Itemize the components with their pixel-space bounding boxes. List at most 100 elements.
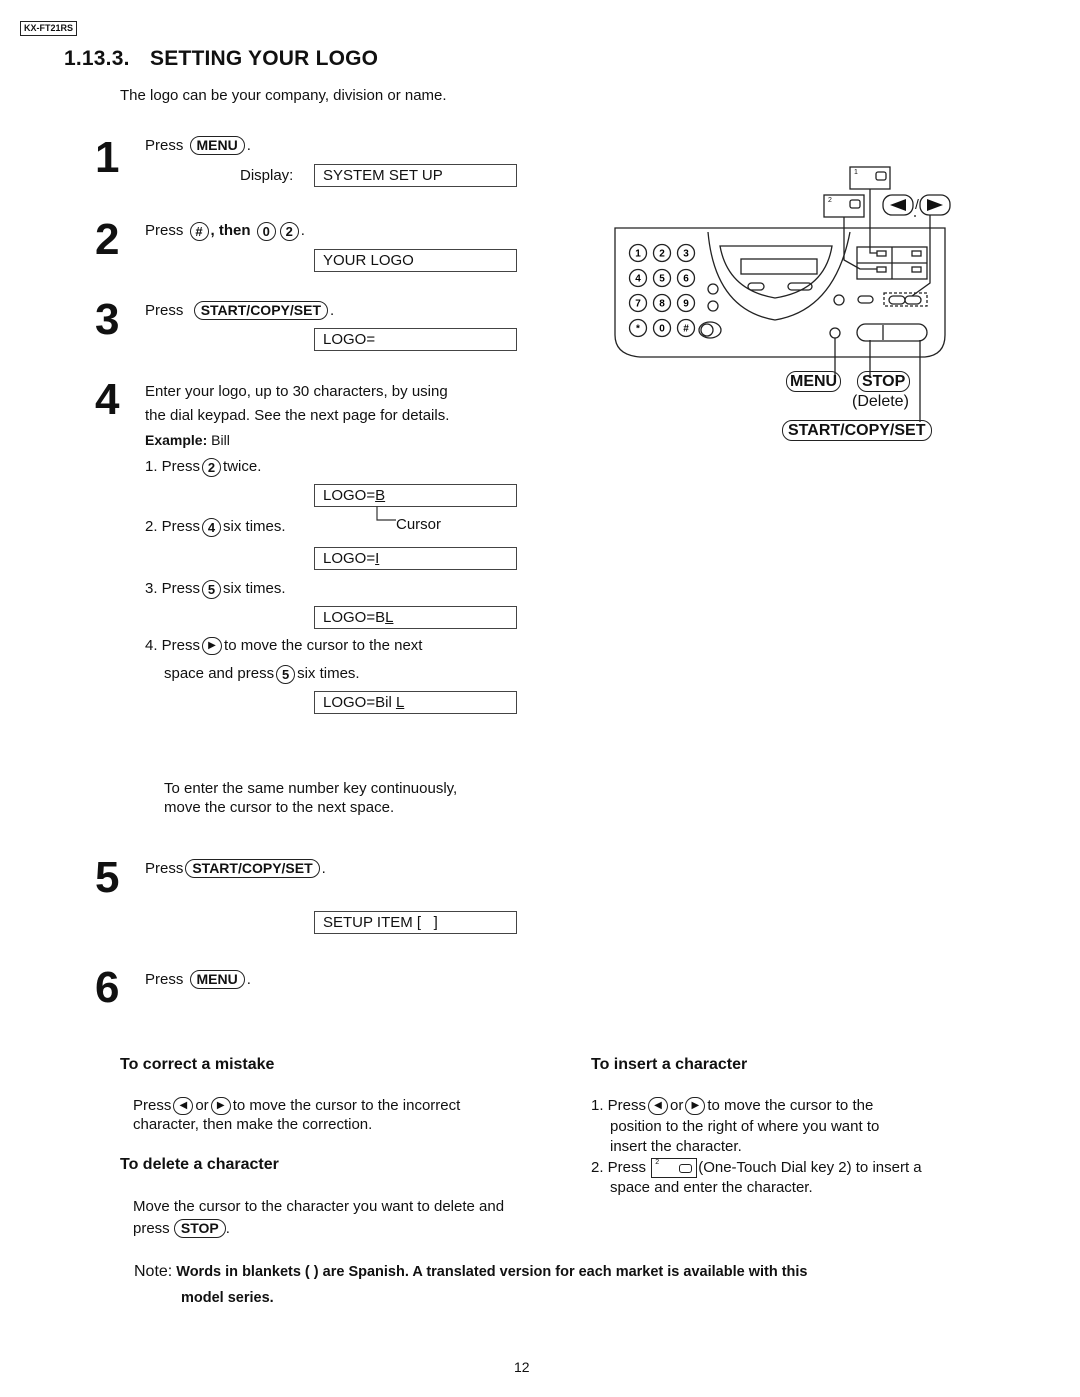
cursor-char: L bbox=[395, 694, 405, 711]
substep-2: 2. Press 4 six times. bbox=[145, 517, 286, 537]
insert-text: to move the cursor to the bbox=[707, 1097, 874, 1114]
substep-text: 4. Press bbox=[145, 637, 201, 654]
otkey-number: 2 bbox=[655, 1158, 660, 1166]
substep-text: six times. bbox=[223, 518, 286, 535]
keypad-key-label: * bbox=[636, 324, 640, 335]
substep-1: 1. Press 2 twice. bbox=[145, 457, 261, 477]
right-arrow-key-icon: ▶ bbox=[210, 1097, 231, 1116]
substep-4-line2: space and press 5 six times. bbox=[164, 664, 360, 684]
note-text2: model series. bbox=[181, 1290, 274, 1306]
menu-key: MENU bbox=[189, 136, 245, 155]
substep-text: 1. Press bbox=[145, 458, 201, 475]
menu-key: MENU bbox=[189, 970, 245, 989]
keypad-key-label: 4 bbox=[635, 274, 641, 285]
correct-line2: character, then make the correction. bbox=[133, 1116, 373, 1134]
section-title-text: SETTING YOUR LOGO bbox=[150, 47, 379, 70]
stop-key: STOP bbox=[173, 1219, 226, 1238]
lcd-display-step5: SETUP ITEM [ ] bbox=[314, 911, 517, 934]
keypad-key-label: 9 bbox=[683, 299, 689, 310]
panel-lcd bbox=[740, 258, 818, 275]
two-key: 2 bbox=[202, 457, 222, 477]
diagram-start-copy-set-label: START/COPY/SET bbox=[782, 420, 932, 441]
cursor-pointer-line bbox=[376, 506, 396, 521]
step-2-instruction: Press #, then 02. bbox=[145, 221, 305, 241]
fax-panel-diagram: 1 2 3 4 5 6 7 8 9 * 0 # bbox=[614, 166, 951, 422]
correct-heading: To correct a mistake bbox=[120, 1056, 275, 1073]
press-text: Press bbox=[145, 971, 184, 988]
five-key: 5 bbox=[276, 664, 296, 684]
note: Note: Words in blankets ( ) are Spanish.… bbox=[134, 1259, 914, 1311]
delete-heading: To delete a character bbox=[120, 1156, 279, 1173]
page-number: 12 bbox=[514, 1359, 530, 1375]
insert-line2: position to the right of where you want … bbox=[610, 1117, 880, 1135]
substep-text: space and press bbox=[164, 665, 275, 682]
hash-key: # bbox=[189, 221, 209, 241]
press-text: Press bbox=[145, 860, 184, 877]
keypad-key-label: 8 bbox=[659, 299, 665, 310]
arrow-slash: / bbox=[915, 196, 919, 212]
step-number-6: 6 bbox=[95, 963, 120, 1012]
keypad-key-label: 6 bbox=[683, 274, 689, 285]
intro-text: The logo can be your company, division o… bbox=[120, 87, 447, 104]
step-number-1: 1 bbox=[95, 133, 120, 182]
lcd-text: LOGO= bbox=[323, 550, 376, 567]
keypad-key-label: 0 bbox=[659, 324, 665, 335]
delete-line1: Move the cursor to the character you wan… bbox=[133, 1198, 505, 1215]
lcd-display-step2: YOUR LOGO bbox=[314, 249, 517, 272]
tip-text: To enter the same number key continuousl… bbox=[164, 779, 457, 817]
lcd-display-sub1: LOGO=B bbox=[314, 484, 517, 507]
diagram-stop-label: STOP bbox=[857, 371, 911, 392]
press-text: Press bbox=[145, 137, 184, 154]
lcd-text: LOGO=B bbox=[323, 609, 386, 626]
tip-line2: move the cursor to the next space. bbox=[164, 799, 395, 816]
step-4-line2: the dial keypad. See the next page for d… bbox=[145, 407, 450, 424]
lcd-display-sub3: LOGO=BL bbox=[314, 606, 517, 629]
section-number: 1.13.3. bbox=[64, 47, 130, 70]
zero-key: 0 bbox=[256, 221, 276, 241]
keypad-key-label: 2 bbox=[659, 249, 665, 260]
keypad-key-label: # bbox=[683, 324, 689, 335]
insert-text: (One-Touch Dial key 2) to insert a bbox=[698, 1158, 922, 1176]
substep-4: 4. Press ▶ to move the cursor to the next bbox=[145, 636, 423, 656]
insert-line3: insert the character. bbox=[610, 1138, 742, 1155]
substep-text: to move the cursor to the next bbox=[224, 637, 423, 654]
four-key: 4 bbox=[202, 517, 222, 537]
press-text: Press bbox=[145, 222, 184, 239]
display-label: Display: bbox=[240, 167, 294, 184]
cursor-char: B bbox=[375, 487, 386, 504]
insert-text: 1. Press bbox=[591, 1097, 647, 1114]
start-copy-set-key: START/COPY/SET bbox=[193, 301, 328, 320]
insert-text: 2. Press bbox=[591, 1158, 647, 1176]
step-4-instruction: Enter your logo, up to 30 characters, by… bbox=[145, 380, 449, 452]
or-text: or bbox=[670, 1097, 684, 1114]
right-arrow-key-icon: ▶ bbox=[202, 637, 223, 656]
step-3-instruction: Press START/COPY/SET. bbox=[145, 301, 335, 320]
onetouch-2-number: 2 bbox=[828, 197, 832, 204]
step-5-instruction: Press START/COPY/SET. bbox=[145, 859, 326, 878]
press-text: Press bbox=[133, 1097, 172, 1114]
lcd-display-sub2: LOGO=I bbox=[314, 547, 517, 570]
right-arrow-icon bbox=[927, 199, 943, 211]
delete-body: Move the cursor to the character you wan… bbox=[133, 1198, 505, 1238]
five-key: 5 bbox=[202, 579, 222, 599]
left-arrow-icon bbox=[890, 199, 906, 211]
diagram-delete-label: (Delete) bbox=[852, 393, 909, 410]
keypad-key-label: 5 bbox=[659, 274, 665, 285]
example-label: Example: bbox=[145, 432, 208, 448]
right-arrow-key-icon: ▶ bbox=[685, 1097, 706, 1116]
substep-text: six times. bbox=[223, 580, 286, 597]
cursor-char: I bbox=[375, 550, 380, 567]
model-tag: KX-FT21RS bbox=[20, 21, 78, 36]
substep-text: 2. Press bbox=[145, 518, 201, 535]
left-arrow-key-icon: ◀ bbox=[173, 1097, 194, 1116]
keypad-key-label: 7 bbox=[635, 299, 641, 310]
then-text: , then bbox=[210, 222, 251, 239]
insert-body: 1. Press ◀ or ▶ to move the cursor to the po… bbox=[591, 1096, 922, 1199]
press-text: Press bbox=[145, 302, 184, 319]
note-label: Note: bbox=[134, 1263, 173, 1280]
two-key: 2 bbox=[279, 221, 299, 241]
one-touch-dial-key-2-icon: 2 bbox=[651, 1157, 698, 1178]
step-number-4: 4 bbox=[95, 375, 120, 424]
example-value: Bill bbox=[211, 432, 230, 448]
tip-line1: To enter the same number key continuousl… bbox=[164, 780, 458, 797]
